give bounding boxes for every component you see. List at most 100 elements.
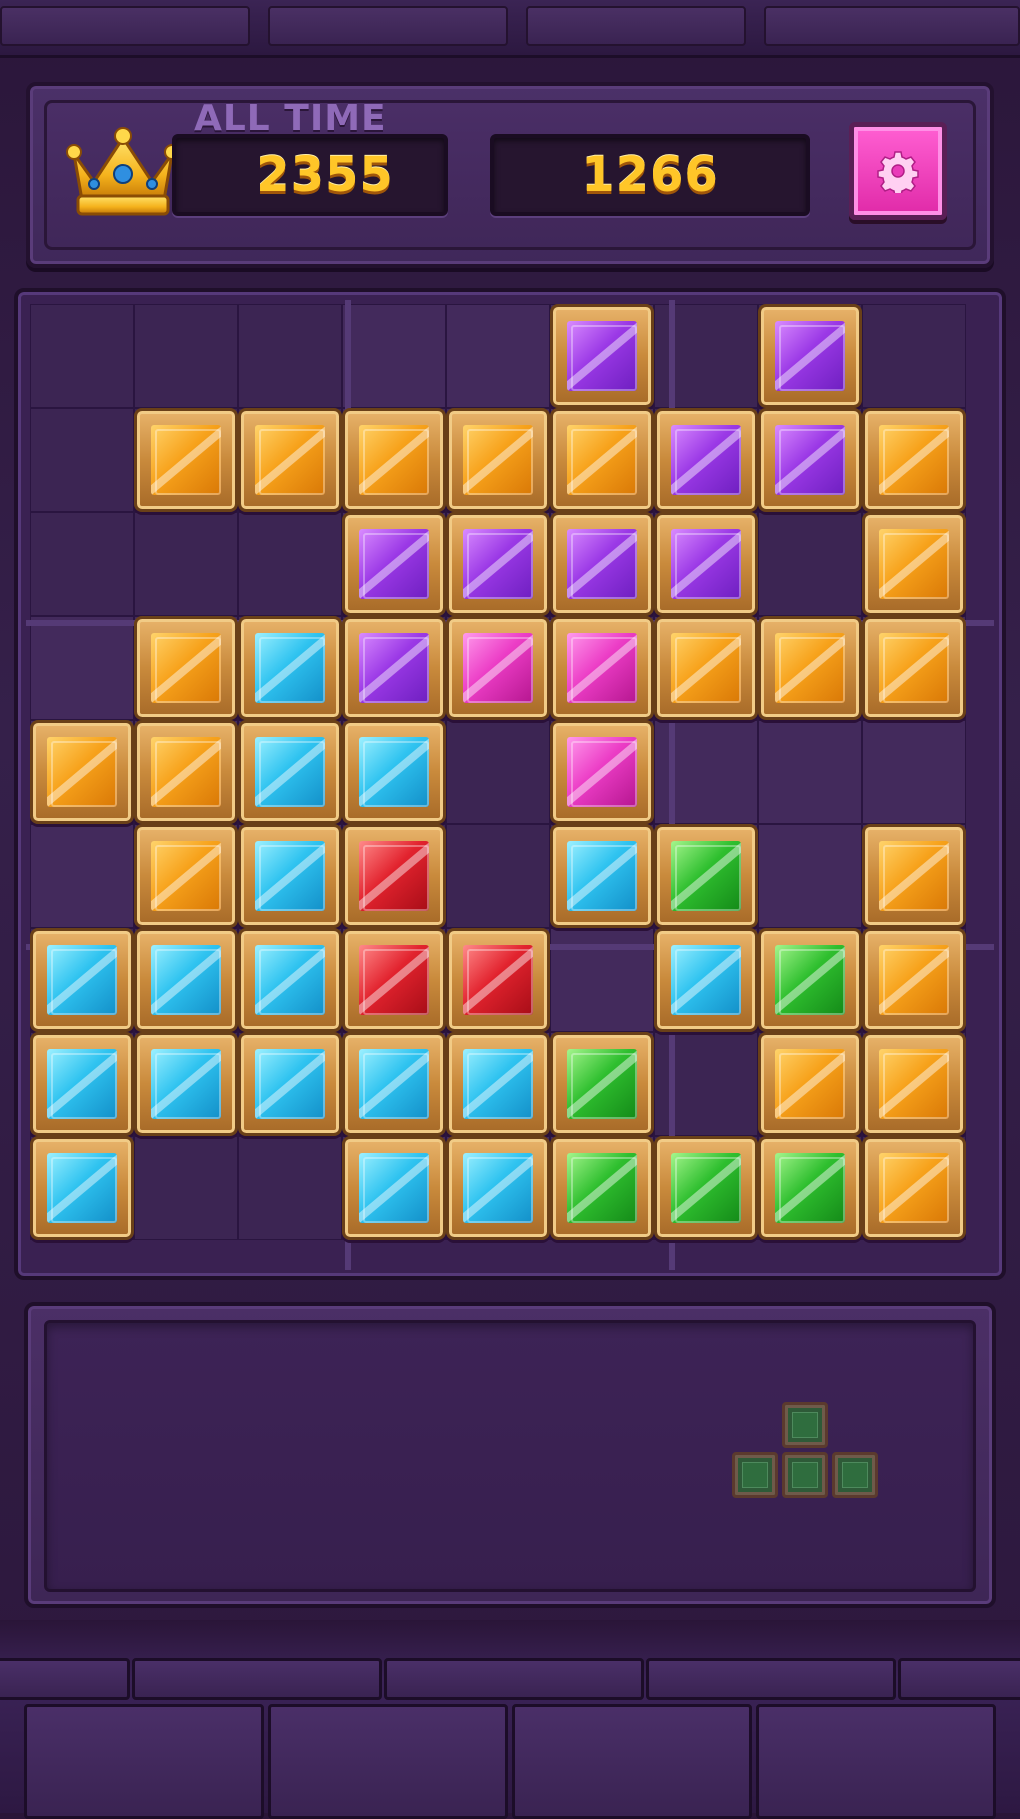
- gem-block-magenta: [446, 616, 550, 720]
- board-cell[interactable]: [342, 304, 446, 408]
- gem-block-cyan: [238, 1032, 342, 1136]
- stone-brick: [132, 1658, 382, 1700]
- gem-face: [463, 633, 533, 703]
- gem-face: [359, 529, 429, 599]
- gem-face: [671, 1153, 741, 1223]
- gem-block-orange: [30, 720, 134, 824]
- gem-face: [879, 1049, 949, 1119]
- board-cell[interactable]: [758, 512, 862, 616]
- gem-block-orange: [342, 408, 446, 512]
- gem-block-purple: [654, 408, 758, 512]
- gem-face: [47, 1049, 117, 1119]
- gem-face: [463, 1049, 533, 1119]
- gem-block-cyan: [446, 1032, 550, 1136]
- gem-block-orange: [862, 1032, 966, 1136]
- board-cell[interactable]: [30, 304, 134, 408]
- board-cell[interactable]: [134, 304, 238, 408]
- gem-block-orange: [862, 408, 966, 512]
- gem-face: [255, 1049, 325, 1119]
- gem-face: [151, 945, 221, 1015]
- gem-face: [567, 321, 637, 391]
- board-cell[interactable]: [758, 824, 862, 928]
- best-score-box: 2355: [172, 134, 448, 216]
- gem-face: [359, 945, 429, 1015]
- gem-face: [47, 737, 117, 807]
- floor: [0, 1620, 1020, 1819]
- gem-block-cyan: [342, 1136, 446, 1240]
- board-cell[interactable]: [446, 304, 550, 408]
- gem-block-magenta: [550, 616, 654, 720]
- tray-piece-face: [742, 1462, 768, 1488]
- gem-face: [359, 425, 429, 495]
- board-cell[interactable]: [134, 1136, 238, 1240]
- gem-block-purple: [446, 512, 550, 616]
- board-cell[interactable]: [134, 512, 238, 616]
- gem-block-cyan: [134, 928, 238, 1032]
- board-cell[interactable]: [862, 720, 966, 824]
- gem-face: [463, 945, 533, 1015]
- tray-piece-face: [842, 1462, 868, 1488]
- tray-piece-block: [782, 1452, 828, 1498]
- gem-face: [567, 1049, 637, 1119]
- best-score-value: 2355: [256, 147, 394, 203]
- current-score-value: 1266: [581, 147, 719, 203]
- gem-face: [879, 425, 949, 495]
- board-cell[interactable]: [238, 304, 342, 408]
- gem-block-orange: [550, 408, 654, 512]
- gem-face: [671, 841, 741, 911]
- gem-block-orange: [654, 616, 758, 720]
- game-screen: ALL TIME 2355 1266: [0, 0, 1020, 1819]
- gem-face: [463, 1153, 533, 1223]
- gem-block-orange: [862, 1136, 966, 1240]
- gem-block-orange: [862, 616, 966, 720]
- board-cell[interactable]: [446, 720, 550, 824]
- tray-piece-block: [832, 1452, 878, 1498]
- gem-face: [151, 1049, 221, 1119]
- stone-brick: [512, 1704, 752, 1819]
- gem-block-orange: [758, 1032, 862, 1136]
- gem-block-orange: [238, 408, 342, 512]
- tray-piece-face: [792, 1462, 818, 1488]
- gem-block-orange: [862, 824, 966, 928]
- gem-face: [151, 841, 221, 911]
- board-cell[interactable]: [30, 616, 134, 720]
- board-cell[interactable]: [238, 512, 342, 616]
- stone-brick: [756, 1704, 996, 1819]
- board-cell[interactable]: [758, 720, 862, 824]
- board-cell[interactable]: [862, 304, 966, 408]
- stone-brick: [764, 6, 1020, 46]
- gem-face: [255, 841, 325, 911]
- stone-brick: [898, 1658, 1020, 1700]
- gem-face: [47, 1153, 117, 1223]
- board-cell[interactable]: [30, 512, 134, 616]
- stone-brick: [526, 6, 746, 46]
- stone-brick: [268, 1704, 508, 1819]
- board-cell[interactable]: [30, 824, 134, 928]
- board-cell[interactable]: [446, 824, 550, 928]
- gem-face: [775, 321, 845, 391]
- gem-face: [775, 1153, 845, 1223]
- board-cell[interactable]: [30, 408, 134, 512]
- gem-block-orange: [862, 512, 966, 616]
- gem-face: [879, 633, 949, 703]
- gem-face: [671, 945, 741, 1015]
- settings-button[interactable]: [849, 122, 947, 220]
- tray-piece-block: [732, 1452, 778, 1498]
- gem-block-cyan: [30, 1136, 134, 1240]
- gem-face: [567, 529, 637, 599]
- gem-face: [151, 633, 221, 703]
- gem-block-cyan: [238, 928, 342, 1032]
- gem-face: [671, 633, 741, 703]
- gem-face: [255, 945, 325, 1015]
- gem-block-cyan: [30, 1032, 134, 1136]
- gem-block-green: [758, 928, 862, 1032]
- gem-block-green: [758, 1136, 862, 1240]
- gear-icon: [877, 151, 919, 193]
- gem-face: [671, 425, 741, 495]
- board-cell[interactable]: [238, 1136, 342, 1240]
- gem-face: [255, 633, 325, 703]
- gem-block-purple: [342, 616, 446, 720]
- gem-block-orange: [134, 408, 238, 512]
- top-stone-strip: [0, 0, 1020, 58]
- gem-face: [359, 1153, 429, 1223]
